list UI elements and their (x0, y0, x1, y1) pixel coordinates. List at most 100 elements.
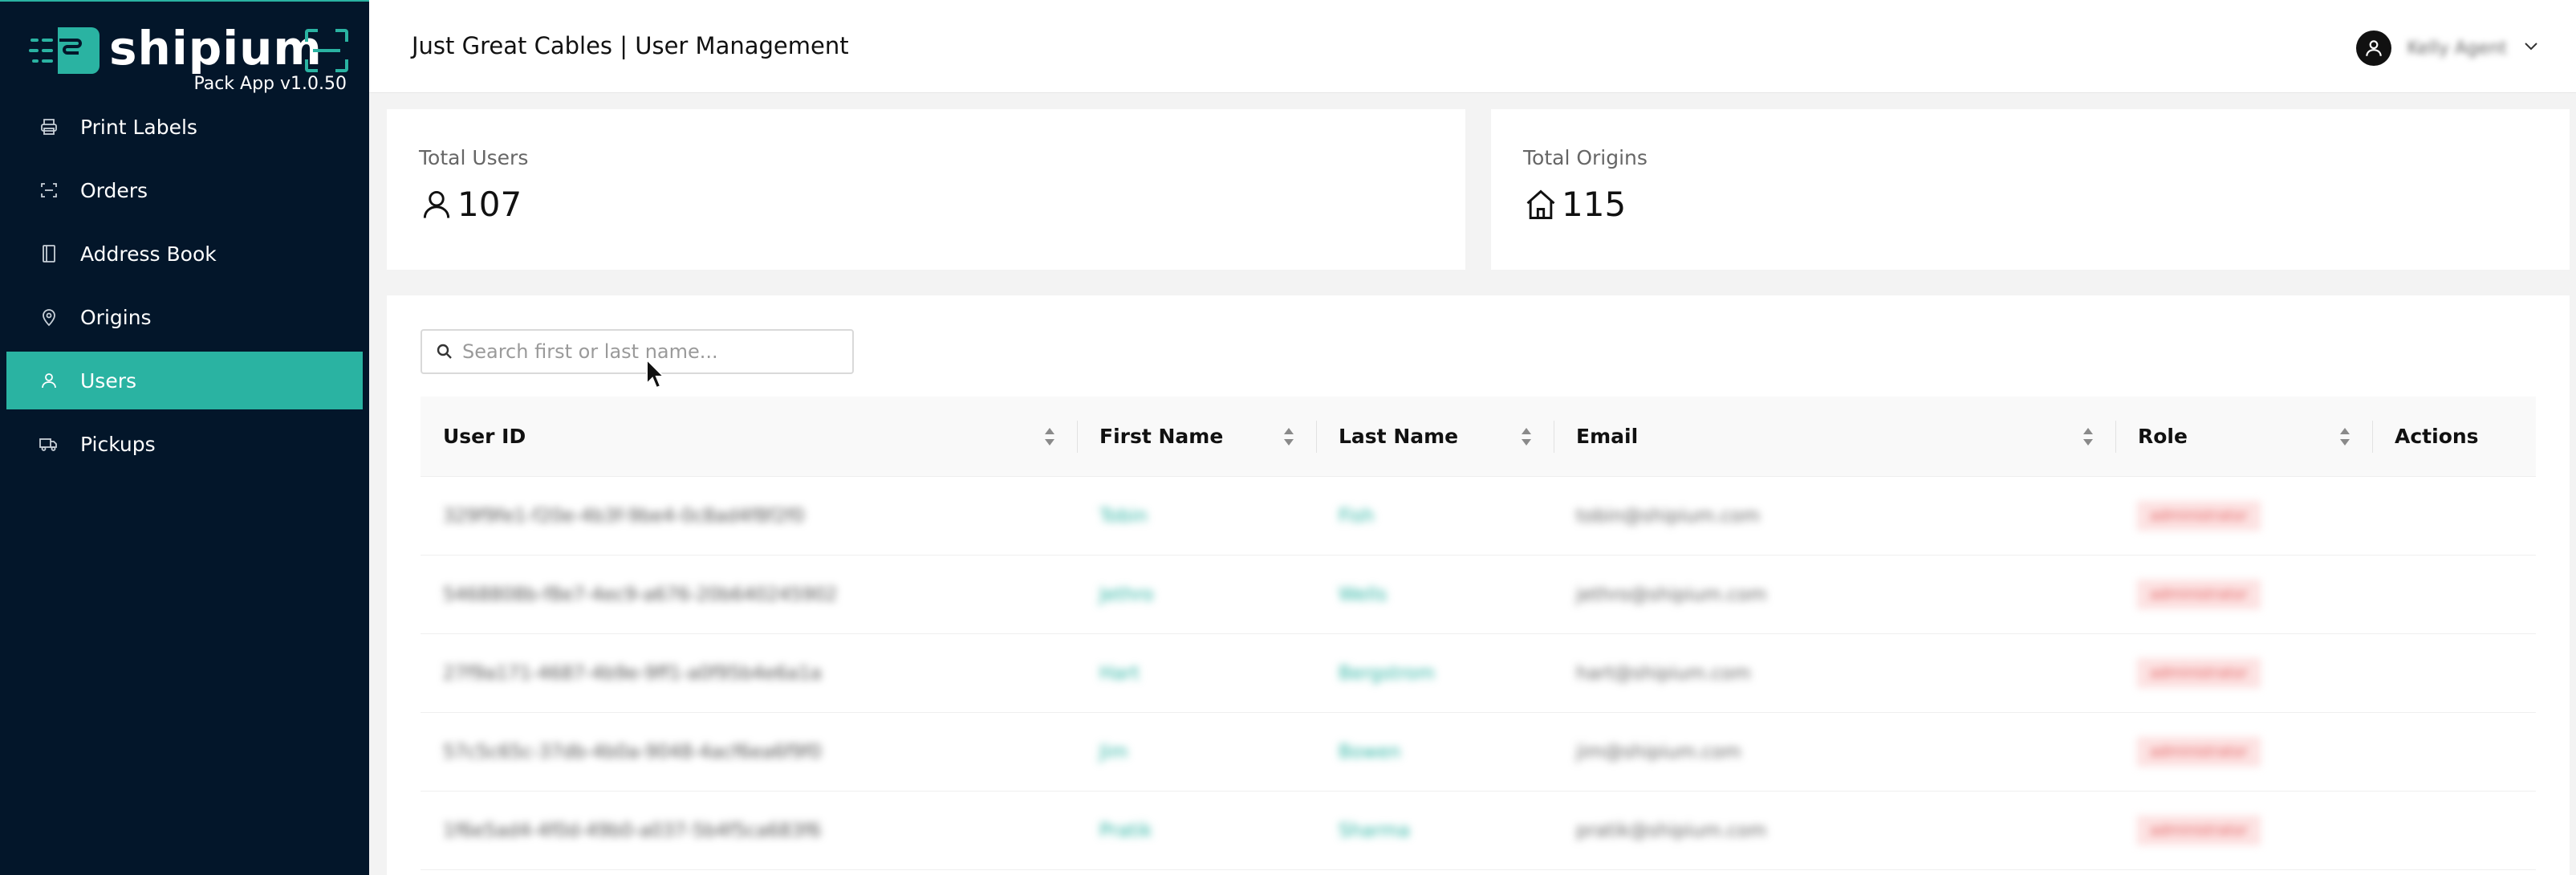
column-header-actions: Actions (2372, 397, 2536, 477)
role-badge: administrator (2138, 659, 2260, 687)
column-header-email[interactable]: Email (1554, 397, 2115, 477)
sort-icon[interactable] (2338, 425, 2351, 448)
cell-email: jim@shipium.com (1576, 741, 1741, 763)
role-badge: administrator (2138, 738, 2260, 766)
cell-role: administrator (2115, 659, 2372, 687)
cell-email: jethro@shipium.com (1576, 584, 1767, 605)
total-users-value-row: 107 (419, 185, 522, 224)
sidebar-item-origins[interactable]: Origins (6, 288, 363, 346)
table-row[interactable]: 5468808b-f8e7-4ec9-a676-20b640245902 Jet… (421, 556, 2536, 634)
cell-user-id: 329f9fe1-f20e-4b3f-9be4-0c8ad4f8f2f0 (443, 505, 805, 527)
cell-role: administrator (2115, 816, 2372, 844)
table-row[interactable]: 329f9fe1-f20e-4b3f-9be4-0c8ad4f8f2f0 Tob… (421, 477, 2536, 556)
scan-frame-icon (305, 29, 348, 72)
column-header-user-id[interactable]: User ID (421, 397, 1077, 477)
table-row[interactable]: 57c5c65c-37db-4b0a-9048-4acf6ea6f9f0 Jim… (421, 713, 2536, 792)
search-box[interactable] (421, 329, 854, 374)
avatar (2355, 31, 2391, 66)
column-header-role[interactable]: Role (2115, 397, 2372, 477)
cell-first-name[interactable]: Jethro (1077, 584, 1316, 605)
total-users-card: Total Users 107 (387, 109, 1465, 270)
user-icon (423, 190, 450, 218)
sidebar-nav: Print Labels Orders Address Book Origins… (0, 98, 369, 478)
orders-icon (39, 180, 59, 201)
column-header-first-name[interactable]: First Name (1077, 397, 1316, 477)
cell-user-id: 5468808b-f8e7-4ec9-a676-20b640245902 (443, 584, 838, 605)
location-pin-icon (39, 307, 59, 328)
role-badge: administrator (2138, 816, 2260, 844)
home-icon (1526, 189, 1555, 219)
search-icon (437, 344, 452, 359)
truck-icon (39, 433, 59, 454)
column-header-label: Actions (2395, 425, 2479, 448)
shipium-logo[interactable]: shipium Pack App v1.0.50 (29, 21, 350, 98)
user-avatar-icon (2366, 40, 2382, 56)
cell-last-name[interactable]: Wells (1316, 584, 1554, 605)
cell-email: pratik@shipium.com (1576, 820, 1767, 841)
column-header-label: Role (2138, 425, 2188, 448)
chevron-down-icon[interactable] (2521, 37, 2541, 59)
total-origins-label: Total Origins (1523, 146, 1648, 169)
sort-icon[interactable] (1043, 425, 1056, 448)
cell-user-id: 1f6e5ad4-4f0d-49b0-a037-5b4f5ca683f6 (443, 820, 822, 841)
cell-role: administrator (2115, 502, 2372, 530)
total-users-label: Total Users (419, 146, 529, 169)
logo-mark-icon (29, 27, 100, 74)
cell-role: administrator (2115, 580, 2372, 608)
total-users-value: 107 (457, 185, 522, 224)
cell-user-id: 27f9a171-4687-4b9e-9ff1-a0f95b4e6a1a (443, 662, 822, 684)
sidebar-item-pickups[interactable]: Pickups (6, 415, 363, 473)
sidebar-item-label: Orders (80, 178, 148, 202)
cell-last-name[interactable]: Sharma (1316, 820, 1554, 841)
column-header-last-name[interactable]: Last Name (1316, 397, 1554, 477)
cell-role: administrator (2115, 738, 2372, 766)
book-icon (39, 243, 59, 264)
page-title: Just Great Cables | User Management (412, 32, 849, 59)
cell-email: hart@shipium.com (1576, 662, 1751, 684)
sidebar-item-users[interactable]: Users (6, 352, 363, 409)
sidebar-item-label: Pickups (80, 432, 156, 456)
cell-last-name[interactable]: Fish (1316, 506, 1554, 527)
cell-email: tobin@shipium.com (1576, 505, 1761, 527)
sort-icon[interactable] (1282, 425, 1295, 448)
sort-icon[interactable] (2082, 425, 2095, 448)
user-name: Kelly Agent (2407, 38, 2507, 59)
cell-first-name[interactable]: Tobin (1077, 506, 1316, 527)
user-menu[interactable]: Kelly Agent (2355, 31, 2541, 66)
top-header: Just Great Cables | User Management Kell… (369, 0, 2576, 93)
sidebar-item-label: Origins (80, 305, 152, 329)
users-table: User ID First Name Last Name Email Role … (421, 397, 2536, 870)
sort-icon[interactable] (1520, 425, 1533, 448)
cell-first-name[interactable]: Jim (1077, 742, 1316, 763)
sidebar-item-label: Print Labels (80, 115, 197, 139)
total-origins-card: Total Origins 115 (1491, 109, 2570, 270)
role-badge: administrator (2138, 580, 2260, 608)
printer-icon (39, 116, 59, 137)
users-panel: User ID First Name Last Name Email Role … (387, 295, 2570, 875)
user-icon (39, 370, 59, 391)
mouse-cursor-icon (646, 358, 666, 389)
sidebar-item-orders[interactable]: Orders (6, 161, 363, 219)
cell-last-name[interactable]: Bowen (1316, 742, 1554, 763)
column-header-label: Last Name (1339, 425, 1459, 448)
column-header-label: Email (1576, 425, 1639, 448)
cell-first-name[interactable]: Pratik (1077, 820, 1316, 841)
total-origins-value: 115 (1562, 185, 1627, 224)
sidebar-item-label: Address Book (80, 242, 217, 266)
sidebar-item-label: Users (80, 368, 137, 393)
column-header-label: User ID (443, 425, 526, 448)
role-badge: administrator (2138, 502, 2260, 530)
cell-user-id: 57c5c65c-37db-4b0a-9048-4acf6ea6f9f0 (443, 741, 822, 763)
table-row[interactable]: 27f9a171-4687-4b9e-9ff1-a0f95b4e6a1a Har… (421, 634, 2536, 713)
total-origins-value-row: 115 (1523, 185, 1626, 224)
sidebar-item-address-book[interactable]: Address Book (6, 225, 363, 283)
table-header: User ID First Name Last Name Email Role … (421, 397, 2536, 477)
app-version: Pack App v1.0.50 (193, 74, 347, 94)
sidebar: shipium Pack App v1.0.50 Print Labels Or… (0, 0, 369, 875)
cell-first-name[interactable]: Hart (1077, 663, 1316, 684)
brand-name: shipium (109, 21, 323, 75)
table-row[interactable]: 1f6e5ad4-4f0d-49b0-a037-5b4f5ca683f6 Pra… (421, 792, 2536, 870)
sidebar-item-print-labels[interactable]: Print Labels (6, 98, 363, 156)
cell-last-name[interactable]: Bergstrom (1316, 663, 1554, 684)
column-header-label: First Name (1099, 425, 1224, 448)
